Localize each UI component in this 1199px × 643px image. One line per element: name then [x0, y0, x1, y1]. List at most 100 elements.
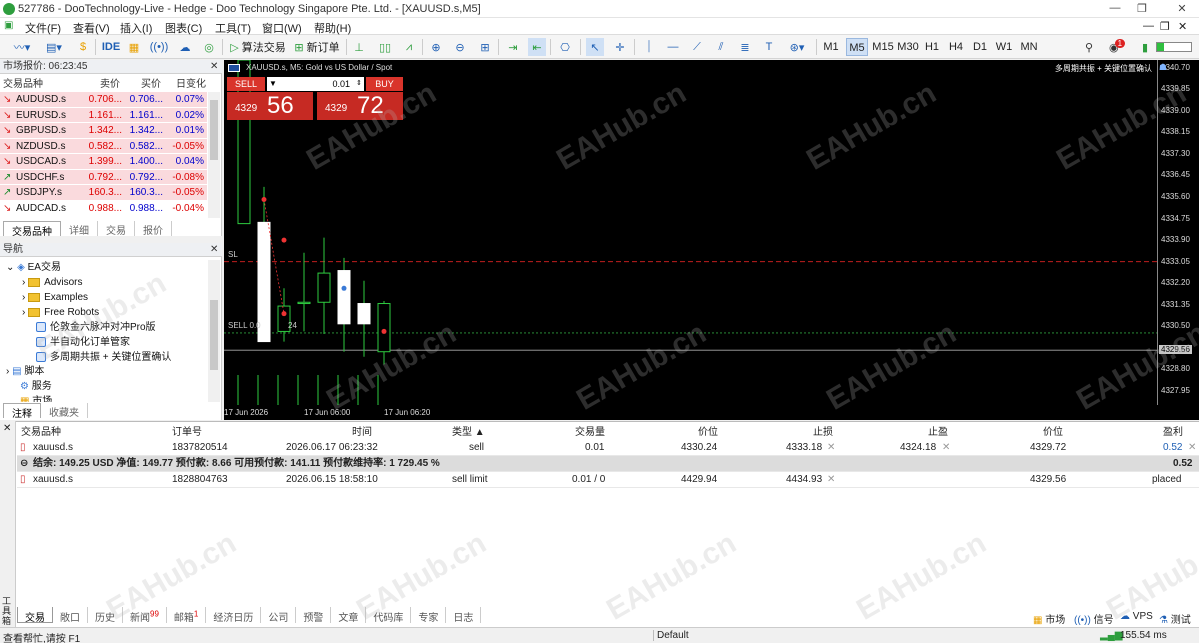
nav-ea-root[interactable]: ⌄ ◈ EA交易 — [6, 260, 61, 275]
position-close-icon[interactable]: ✕ — [1188, 442, 1196, 454]
child-close-button[interactable]: ✕ — [1178, 20, 1187, 33]
market-bag-icon[interactable]: ▦ — [126, 38, 142, 56]
toolbox-tab[interactable]: 新闻99 — [123, 607, 167, 624]
nav-free-robots[interactable]: › Free Robots — [22, 305, 99, 320]
nav-ea-order-manager[interactable]: 半自动化订单管家 — [36, 335, 130, 350]
market-status-button[interactable]: ▦ 市场 — [1033, 611, 1065, 626]
copy-trading-icon[interactable]: ◎ — [200, 38, 218, 56]
toolbox-tab[interactable]: 邮箱1 — [167, 607, 207, 624]
th-ticket[interactable]: 订单号 — [172, 425, 202, 440]
horizontal-line-icon[interactable]: — — [664, 38, 682, 56]
menu-file[interactable]: 文件(F) — [25, 20, 61, 36]
position-tp-remove-icon[interactable]: ✕ — [942, 442, 950, 454]
tab-favorites[interactable]: 收藏夹 — [41, 403, 88, 419]
position-sl[interactable]: 4333.18 — [786, 442, 822, 454]
tf-d1[interactable]: D1 — [970, 38, 990, 56]
th-symbol[interactable]: 交易品种 — [21, 425, 61, 440]
candlestick-icon[interactable]: ▯▯ — [376, 38, 394, 56]
nav-services[interactable]: ⚙ 服务 — [20, 379, 52, 394]
menu-tools[interactable]: 工具(T) — [215, 20, 251, 36]
menu-window[interactable]: 窗口(W) — [262, 20, 302, 36]
status-ping[interactable]: 155.54 ms — [1120, 630, 1167, 641]
menu-view[interactable]: 查看(V) — [73, 20, 110, 36]
child-restore-button[interactable]: ❐ — [1160, 20, 1170, 33]
child-minimize-button[interactable]: — — [1143, 20, 1154, 32]
volume-spinner-icon[interactable]: ⇕ — [356, 77, 362, 91]
deposit-icon[interactable]: $ — [75, 38, 91, 56]
buy-price-button[interactable]: 4329 72 — [317, 92, 403, 120]
vps-cloud-icon[interactable]: ☁ — [176, 38, 194, 56]
menu-help[interactable]: 帮助(H) — [314, 20, 351, 36]
market-watch-row[interactable]: ↘ GBPUSD.s 1.342... 1.342... 0.01% — [0, 123, 207, 139]
sell-price-button[interactable]: 4329 56 — [227, 92, 313, 120]
toolbox-tab[interactable]: 专家 — [411, 607, 447, 624]
nav-market[interactable]: ▦ 市场 — [20, 394, 52, 402]
profiles-icon[interactable]: ▤▾ — [40, 38, 68, 56]
menu-charts[interactable]: 图表(C) — [165, 20, 202, 36]
market-watch-row[interactable]: ↗ USDJPY.s 160.3... 160.3... -0.05% — [0, 185, 207, 201]
toolbox-tab[interactable]: 交易 — [17, 607, 53, 624]
new-order-button[interactable]: ⊞ 新订单 — [292, 38, 342, 56]
tab-symbols[interactable]: 交易品种 — [3, 221, 61, 238]
market-watch-row[interactable]: ↘ AUDUSD.s 0.706... 0.706... 0.07% — [0, 92, 207, 108]
toolbox-close-icon[interactable]: ✕ — [3, 423, 11, 434]
equidistant-channel-icon[interactable]: ⫽ — [712, 38, 730, 56]
tf-m15[interactable]: M15 — [870, 38, 896, 56]
position-sl-remove-icon[interactable]: ✕ — [827, 442, 835, 454]
market-watch-close-icon[interactable]: ✕ — [210, 61, 218, 72]
toolbox-tab[interactable]: 文章 — [331, 607, 367, 624]
pending-order-row[interactable]: ▯ xauusd.s 1828804763 2026.06.15 18:58:1… — [17, 472, 1199, 488]
expand-icon[interactable]: ⌄ — [6, 262, 17, 273]
bar-chart-icon[interactable]: ⊥ — [350, 38, 368, 56]
fibonacci-icon[interactable]: ≣ — [736, 38, 754, 56]
tf-w1[interactable]: W1 — [994, 38, 1014, 56]
nav-ea-multi-timeframe[interactable]: 多周期共振 + 关键位置确认 — [36, 350, 171, 365]
market-watch-row[interactable]: ↘ NZDUSD.s 0.582... 0.582... -0.05% — [0, 138, 207, 154]
th-profit[interactable]: 盈利 — [1163, 425, 1183, 440]
tile-windows-icon[interactable]: ⊞ — [476, 38, 494, 56]
tab-trading[interactable]: 交易 — [98, 221, 135, 237]
col-ask[interactable]: 买价 — [141, 78, 161, 92]
minimize-button[interactable]: — — [1103, 2, 1127, 16]
navigator-scrollbar[interactable] — [208, 260, 220, 402]
toolbox-tab[interactable]: 经济日历 — [206, 607, 262, 624]
notifications-icon[interactable]: ◉ 1 — [1106, 38, 1128, 56]
signals-status-button[interactable]: ((•)) 信号 — [1074, 611, 1114, 626]
toolbox-tab[interactable]: 历史 — [88, 607, 123, 624]
vertical-line-icon[interactable]: ⏐ — [640, 38, 658, 56]
th-type[interactable]: 类型 ▲ — [452, 425, 485, 440]
vps-status-button[interactable]: ☁ VPS — [1120, 611, 1153, 622]
auto-scroll-icon[interactable]: ⇥ — [504, 38, 522, 56]
col-bid[interactable]: 卖价 — [100, 78, 120, 92]
shapes-icon[interactable]: ⊛▾ — [784, 38, 810, 56]
text-tool-icon[interactable]: T — [760, 38, 778, 56]
tf-m30[interactable]: M30 — [895, 38, 921, 56]
zoom-in-icon[interactable]: ⊕ — [427, 38, 445, 56]
th-sl[interactable]: 止损 — [813, 425, 833, 440]
chart-window[interactable]: 4340.70 4339.85 4339.00 4338.15 4337.30 4336.… — [224, 60, 1199, 420]
toolbox-tab[interactable]: 公司 — [261, 607, 297, 624]
nav-examples[interactable]: › Examples — [22, 290, 88, 305]
toolbox-tab[interactable]: 预警 — [296, 607, 332, 624]
volume-dropdown-icon[interactable]: ▼ — [269, 77, 277, 91]
th-time[interactable]: 时间 — [352, 425, 372, 440]
cursor-icon[interactable]: ↖ — [586, 38, 604, 56]
market-watch-scrollbar[interactable] — [208, 92, 220, 218]
tf-m5[interactable]: M5 — [846, 38, 868, 56]
tester-status-button[interactable]: ⚗ 测试 — [1159, 611, 1191, 626]
position-row[interactable]: ▯ xauusd.s 1837820514 2026.06.17 06:23:3… — [17, 440, 1199, 456]
tf-h1[interactable]: H1 — [922, 38, 942, 56]
screenshot-icon[interactable]: ⎔ — [556, 38, 574, 56]
new-chart-icon[interactable]: 〰▾ — [8, 38, 36, 56]
trendline-icon[interactable]: ⟋ — [688, 38, 706, 56]
col-change[interactable]: 日变化 — [176, 78, 206, 92]
toolbox-tab[interactable]: 日志 — [446, 607, 482, 624]
menu-insert[interactable]: 插入(I) — [120, 20, 152, 36]
th-tp[interactable]: 止盈 — [928, 425, 948, 440]
tab-details[interactable]: 详细 — [61, 221, 98, 237]
toolbox-tab[interactable]: 敞口 — [53, 607, 88, 624]
market-watch-row[interactable]: ↘ USDCAD.s 1.399... 1.400... 0.04% — [0, 154, 207, 170]
sell-button[interactable]: SELL — [227, 77, 265, 91]
volume-input[interactable]: ▼ 0.01 ⇕ — [267, 77, 364, 91]
nav-advisors[interactable]: › Advisors — [22, 275, 82, 290]
